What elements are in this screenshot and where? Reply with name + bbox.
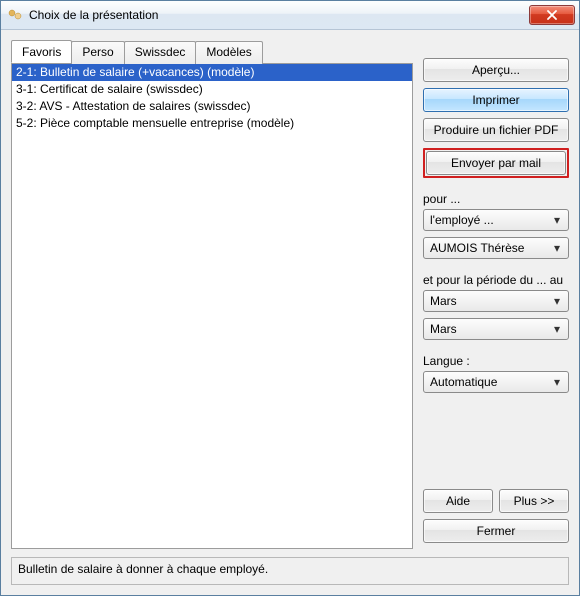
list-item[interactable]: 2-1: Bulletin de salaire (+vacances) (mo… (12, 64, 412, 81)
description-box: Bulletin de salaire à donner à chaque em… (11, 557, 569, 585)
titlebar: Choix de la présentation (1, 1, 579, 30)
tab-modeles[interactable]: Modèles (195, 41, 262, 64)
employee-value: AUMOIS Thérèse (430, 241, 550, 255)
label-for: pour ... (423, 192, 569, 206)
tab-control: Favoris Perso Swissdec Modèles 2-1: Bull… (11, 40, 413, 549)
close-icon[interactable] (529, 5, 575, 25)
language-value: Automatique (430, 375, 550, 389)
chevron-down-icon: ▾ (550, 322, 564, 336)
list-item[interactable]: 5-2: Pièce comptable mensuelle entrepris… (12, 115, 412, 132)
label-language: Langue : (423, 354, 569, 368)
tab-favoris[interactable]: Favoris (11, 40, 72, 63)
preview-button[interactable]: Aperçu... (423, 58, 569, 82)
print-button[interactable]: Imprimer (423, 88, 569, 112)
app-icon (7, 7, 23, 23)
employee-combo[interactable]: AUMOIS Thérèse ▾ (423, 237, 569, 259)
email-highlight: Envoyer par mail (423, 148, 569, 178)
email-button[interactable]: Envoyer par mail (426, 151, 566, 175)
chevron-down-icon: ▾ (550, 294, 564, 308)
close-button[interactable]: Fermer (423, 519, 569, 543)
chevron-down-icon: ▾ (550, 375, 564, 389)
period-to-combo[interactable]: Mars ▾ (423, 318, 569, 340)
dialog-window: Choix de la présentation Favoris Perso S… (0, 0, 580, 596)
chevron-down-icon: ▾ (550, 213, 564, 227)
period-from-value: Mars (430, 294, 550, 308)
period-to-value: Mars (430, 322, 550, 336)
target-value: l'employé ... (430, 213, 550, 227)
list-item[interactable]: 3-1: Certificat de salaire (swissdec) (12, 81, 412, 98)
tab-perso[interactable]: Perso (71, 41, 124, 64)
language-combo[interactable]: Automatique ▾ (423, 371, 569, 393)
window-title: Choix de la présentation (29, 8, 529, 22)
tab-swissdec[interactable]: Swissdec (124, 41, 197, 64)
description-text: Bulletin de salaire à donner à chaque em… (18, 562, 268, 576)
period-from-combo[interactable]: Mars ▾ (423, 290, 569, 312)
target-combo[interactable]: l'employé ... ▾ (423, 209, 569, 231)
chevron-down-icon: ▾ (550, 241, 564, 255)
pdf-button[interactable]: Produire un fichier PDF (423, 118, 569, 142)
label-period: et pour la période du ... au (423, 273, 569, 287)
side-panel: Aperçu... Imprimer Produire un fichier P… (423, 40, 569, 549)
list-item[interactable]: 3-2: AVS - Attestation de salaires (swis… (12, 98, 412, 115)
presentation-list[interactable]: 2-1: Bulletin de salaire (+vacances) (mo… (12, 64, 412, 548)
more-button[interactable]: Plus >> (499, 489, 569, 513)
help-button[interactable]: Aide (423, 489, 493, 513)
